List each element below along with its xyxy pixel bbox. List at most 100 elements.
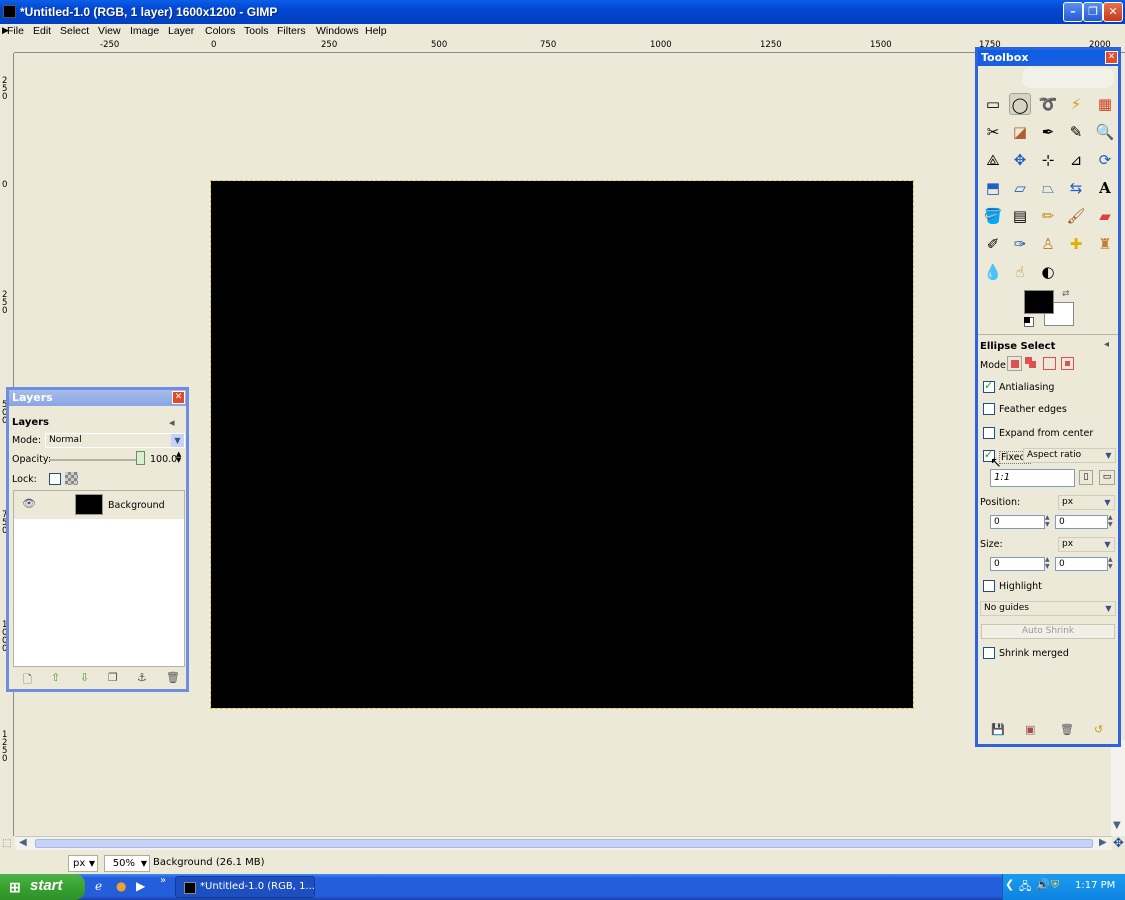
clone-icon[interactable]: ♙ [1037, 233, 1059, 255]
horizontal-ruler[interactable]: -250 0 250 500 750 1000 1250 1500 1750 2… [14, 40, 1125, 53]
paths-icon[interactable]: ✒ [1037, 121, 1059, 143]
menu-image[interactable]: Image [130, 25, 159, 37]
antialiasing-checkbox[interactable] [983, 379, 995, 393]
move-icon[interactable]: ✥ [1009, 149, 1031, 171]
quickmask-icon[interactable]: ⬚ [2, 838, 11, 849]
position-y-field[interactable]: 0 [1055, 515, 1108, 529]
scroll-down-icon[interactable]: ▼ [1113, 820, 1121, 831]
menu-tools[interactable]: Tools [244, 25, 269, 37]
perspective-clone-icon[interactable]: ♜ [1094, 233, 1116, 255]
landscape-icon[interactable]: ▭ [1099, 470, 1115, 485]
maximize-button[interactable]: ❐ [1083, 2, 1103, 22]
flip-icon[interactable]: ⇆ [1065, 177, 1087, 199]
opacity-slider-handle[interactable] [136, 451, 145, 465]
select-by-color-icon[interactable]: ▦ [1094, 93, 1116, 115]
menu-view[interactable]: View [98, 25, 121, 37]
text-tool-icon[interactable]: A [1094, 177, 1116, 199]
close-icon[interactable]: ✕ [1105, 51, 1118, 64]
menu-help[interactable]: Help [365, 25, 387, 37]
shrink-merged-label[interactable]: Shrink merged [999, 648, 1069, 659]
measure-icon[interactable]: ⟁ [982, 149, 1004, 171]
scroll-right-icon[interactable]: ▶ [1099, 837, 1107, 848]
firefox-icon[interactable]: ● [116, 879, 126, 893]
expand-from-center-checkbox[interactable] [983, 427, 995, 439]
lock-pixels-checkbox[interactable] [49, 473, 61, 485]
unit-select[interactable]: px ▼ [68, 855, 98, 872]
ellipse-select-icon[interactable]: ◯ [1009, 93, 1031, 115]
raise-layer-icon[interactable]: ⇧ [51, 671, 60, 684]
perspective-icon[interactable]: ⏢ [1037, 177, 1059, 199]
rotate-icon[interactable]: ⟳ [1094, 149, 1116, 171]
portrait-icon[interactable]: ▯ [1079, 470, 1093, 485]
ie-icon[interactable]: ℯ [95, 879, 102, 893]
fuzzy-select-icon[interactable]: ⚡ [1065, 93, 1087, 115]
layer-name[interactable]: Background [108, 500, 165, 511]
mode-add-button[interactable] [1025, 357, 1038, 370]
size-h-field[interactable]: 0 [1055, 557, 1108, 571]
menu-windows[interactable]: Windows [316, 25, 359, 37]
start-button[interactable]: ⊞ start [0, 874, 85, 900]
foreground-select-icon[interactable]: ◪ [1009, 121, 1031, 143]
delete-options-icon[interactable]: 🗑 [1060, 723, 1074, 736]
scissors-icon[interactable]: ✂ [982, 121, 1004, 143]
size-w-field[interactable]: 0 [990, 557, 1045, 571]
spin-arrows-icon[interactable]: ▲ ▼ [1108, 514, 1113, 528]
blend-icon[interactable]: ▤ [1009, 205, 1031, 227]
position-x-field[interactable]: 0 [990, 515, 1045, 529]
shrink-merged-checkbox[interactable] [983, 647, 995, 659]
scale-icon[interactable]: ⬒ [982, 177, 1004, 199]
opacity-slider[interactable] [49, 459, 141, 461]
spin-arrows-icon[interactable]: ▲ ▼ [1045, 556, 1050, 570]
mode-intersect-button[interactable] [1061, 357, 1074, 370]
menu-edit[interactable]: Edit [33, 25, 51, 37]
pencil-icon[interactable]: ✏ [1037, 205, 1059, 227]
smudge-icon[interactable]: ☝ [1009, 261, 1031, 283]
feather-edges-label[interactable]: Feather edges [999, 404, 1067, 415]
antialiasing-label[interactable]: Antialiasing [999, 382, 1054, 393]
dodge-burn-icon[interactable]: ◐ [1037, 261, 1059, 283]
tab-menu-icon[interactable]: ◂ [1104, 339, 1109, 350]
taskbar-gimp-item[interactable]: *Untitled-1.0 (RGB, 1... [175, 876, 315, 898]
navigate-icon[interactable]: ✥ [1113, 836, 1124, 851]
expand-from-center-label[interactable]: Expand from center [999, 428, 1093, 439]
tray-expand-icon[interactable]: ❮ [1005, 878, 1014, 891]
new-layer-icon[interactable]: 🗋 [23, 671, 32, 690]
auto-shrink-button[interactable]: Auto Shrink [981, 624, 1115, 639]
eraser-icon[interactable]: ▰ [1094, 205, 1116, 227]
vertical-scrollbar[interactable]: ▼ [1111, 740, 1125, 836]
lower-layer-icon[interactable]: ⇩ [80, 671, 89, 684]
guides-select[interactable]: No guides ▼ [980, 601, 1116, 616]
eye-icon[interactable]: 👁 [22, 497, 36, 510]
security-icon[interactable]: ⛨ [1051, 878, 1059, 892]
highlight-label[interactable]: Highlight [999, 581, 1042, 592]
network-icon[interactable]: 🖧 [1019, 878, 1031, 897]
menu-filters[interactable]: Filters [277, 25, 306, 37]
mode-replace-button[interactable] [1007, 356, 1022, 371]
feather-edges-checkbox[interactable] [983, 403, 995, 415]
h-scroll-thumb[interactable] [35, 839, 1093, 848]
bucket-fill-icon[interactable]: 🪣 [982, 205, 1004, 227]
save-options-icon[interactable]: 💾 [991, 723, 1005, 736]
opacity-value[interactable]: 100.0 [150, 454, 177, 465]
heal-icon[interactable]: ✚ [1065, 233, 1087, 255]
rect-select-icon[interactable]: ▭ [982, 93, 1004, 115]
paintbrush-icon[interactable]: 🖌 [1065, 205, 1087, 227]
align-icon[interactable]: ⊹ [1037, 149, 1059, 171]
color-picker-icon[interactable]: ✎ [1065, 121, 1087, 143]
menu-file[interactable]: File [7, 25, 24, 37]
lock-alpha-icon[interactable] [65, 472, 78, 485]
blur-icon[interactable]: 💧 [982, 261, 1004, 283]
aspect-ratio-field[interactable]: 1:1 [990, 469, 1075, 487]
foreground-color-swatch[interactable] [1024, 290, 1054, 314]
horizontal-scrollbar[interactable]: ◀ ▶ [15, 836, 1112, 850]
restore-options-icon[interactable]: ▣ [1025, 723, 1035, 736]
menu-select[interactable]: Select [60, 25, 89, 37]
ink-icon[interactable]: ✑ [1009, 233, 1031, 255]
duplicate-layer-icon[interactable]: ❐ [108, 671, 118, 684]
position-unit-select[interactable]: px ▼ [1058, 495, 1115, 510]
airbrush-icon[interactable]: ✐ [982, 233, 1004, 255]
menu-colors[interactable]: Colors [205, 25, 235, 37]
image-canvas[interactable] [210, 180, 914, 709]
tab-menu-icon[interactable]: ◂ [169, 416, 175, 429]
mode-subtract-button[interactable] [1043, 357, 1056, 370]
